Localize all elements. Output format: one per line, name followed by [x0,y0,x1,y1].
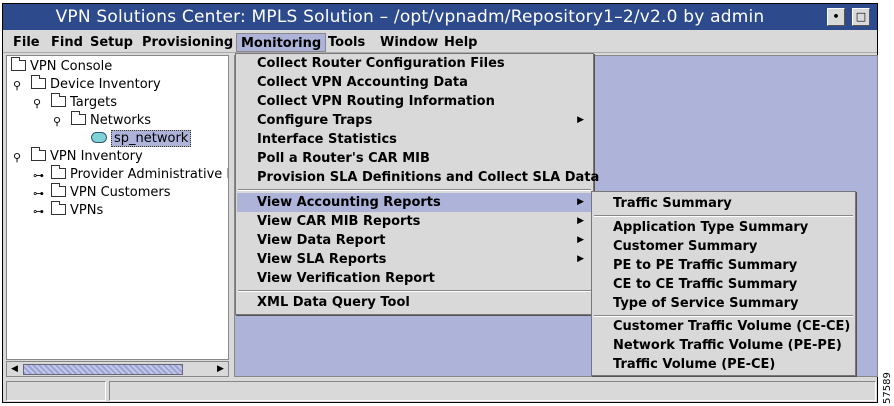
tree-node-targets[interactable]: Targets [51,93,117,112]
menu-monitoring[interactable]: Monitoring [236,33,327,52]
collapse-handle-icon[interactable]: ⊶ [33,185,44,203]
submenu-arrow-icon: ▶ [577,197,584,207]
submenu-arrow-icon: ▶ [577,254,584,264]
tree-node-label: Networks [90,113,152,128]
menu-help[interactable]: Help [440,33,481,52]
tree-node-label: VPN Console [30,59,113,74]
menu-item-view-car-mib-reports[interactable]: View CAR MIB Reports ▶ [237,212,592,231]
menu-item-label: View CAR MIB Reports [257,214,421,229]
menu-item-view-accounting-reports[interactable]: View Accounting Reports ▶ [237,193,592,212]
folder-icon [31,75,46,89]
menu-item-pe-to-pe-summary[interactable]: PE to PE Traffic Summary [593,256,854,275]
menu-separator [238,189,591,191]
folder-icon [71,111,86,125]
status-cell [109,381,876,401]
menu-item-collect-router-config[interactable]: Collect Router Configuration Files [237,54,592,73]
menu-item-configure-traps[interactable]: Configure Traps ▶ [237,111,592,130]
monitoring-menu: Collect Router Configuration Files Colle… [235,53,599,315]
minimize-button[interactable]: • [827,8,845,26]
menu-item-network-traffic-volume[interactable]: Network Traffic Volume (PE-PE) [593,336,854,355]
tree-node-label: sp_network [111,130,192,147]
menu-item-view-verification-report[interactable]: View Verification Report [237,269,592,288]
menu-separator [594,215,853,217]
expand-handle-icon[interactable]: ⚲ [13,77,21,95]
menu-bar: File Find Setup Provisioning Monitoring … [3,31,877,53]
scroll-right-icon[interactable]: ▶ [213,362,228,376]
menu-item-collect-vpn-routing[interactable]: Collect VPN Routing Information [237,92,592,111]
menu-provisioning[interactable]: Provisioning [138,33,237,52]
expand-handle-icon[interactable]: ⚲ [53,113,61,131]
title-bar[interactable]: VPN Solutions Center: MPLS Solution – /o… [3,4,877,30]
folder-icon [11,57,26,71]
status-cell [6,381,106,401]
tree-node-networks[interactable]: Networks [71,111,152,130]
application-window: VPN Solutions Center: MPLS Solution – /o… [2,3,878,403]
folder-icon [51,201,66,215]
submenu-arrow-icon: ▶ [577,115,584,125]
status-bar [6,381,876,401]
figure-code: 57589 [882,372,893,404]
tree-node-label: Provider Administrative D [70,167,229,182]
menu-separator [238,290,591,292]
tree-node-vpn-console[interactable]: VPN Console [11,57,113,76]
scroll-left-icon[interactable]: ◀ [7,362,22,376]
tree-node-label: Device Inventory [50,77,161,92]
folder-icon [51,93,66,107]
folder-icon [31,147,46,161]
tree-node-vpn-customers[interactable]: VPN Customers [51,183,171,202]
menu-item-ce-to-ce-summary[interactable]: CE to CE Traffic Summary [593,275,854,294]
menu-item-traffic-summary[interactable]: Traffic Summary [593,194,854,213]
menu-item-provision-sla[interactable]: Provision SLA Definitions and Collect SL… [237,168,599,187]
menu-item-interface-statistics[interactable]: Interface Statistics [237,130,592,149]
accounting-reports-submenu: Traffic Summary Application Type Summary… [591,191,856,376]
menu-item-application-type-summary[interactable]: Application Type Summary [593,218,854,237]
menu-item-label: View Data Report [257,233,386,248]
folder-icon [51,183,66,197]
menu-item-customer-summary[interactable]: Customer Summary [593,237,854,256]
menu-tools[interactable]: Tools [324,33,369,52]
collapse-handle-icon[interactable]: ⊶ [33,167,44,185]
tree-node-label: VPN Inventory [50,149,143,164]
tree-node-provider-admin[interactable]: Provider Administrative D [51,165,229,184]
horizontal-scrollbar[interactable]: ◀ ▶ [6,361,229,377]
tree-node-device-inventory[interactable]: Device Inventory [31,75,161,94]
collapse-handle-icon[interactable]: ⊶ [33,203,44,221]
menu-find[interactable]: Find [47,33,87,52]
folder-icon [51,165,66,179]
submenu-arrow-icon: ▶ [577,216,584,226]
tree-node-label: Targets [70,95,117,110]
tree-node-sp-network[interactable]: sp_network [91,130,192,148]
menu-file[interactable]: File [9,33,44,52]
menu-item-label: View SLA Reports [257,252,387,267]
scrollbar-thumb[interactable] [23,364,183,375]
expand-handle-icon[interactable]: ⚲ [33,95,41,113]
menu-item-view-data-report[interactable]: View Data Report ▶ [237,231,592,250]
tree-node-vpn-inventory[interactable]: VPN Inventory [31,147,143,166]
tree-node-label: VPNs [70,203,104,218]
tree-node-label: VPN Customers [70,185,171,200]
window-title: VPN Solutions Center: MPLS Solution – /o… [55,7,765,27]
menu-item-xml-data-query[interactable]: XML Data Query Tool [237,293,592,312]
maximize-button[interactable]: □ [852,8,870,26]
network-cloud-icon [91,132,107,143]
menu-item-traffic-volume-pe-ce[interactable]: Traffic Volume (PE-CE) [593,355,854,374]
submenu-arrow-icon: ▶ [577,235,584,245]
expand-handle-icon[interactable]: ⚲ [13,149,21,167]
tree-node-vpns[interactable]: VPNs [51,201,104,220]
menu-item-collect-vpn-accounting[interactable]: Collect VPN Accounting Data [237,73,592,92]
menu-item-view-sla-reports[interactable]: View SLA Reports ▶ [237,250,592,269]
menu-item-label: Configure Traps [257,113,373,128]
menu-window[interactable]: Window [376,33,442,52]
menu-item-label: View Accounting Reports [257,195,441,210]
menu-item-type-of-service-summary[interactable]: Type of Service Summary [593,294,854,313]
menu-item-poll-car-mib[interactable]: Poll a Router's CAR MIB [237,149,592,168]
menu-item-customer-traffic-volume[interactable]: Customer Traffic Volume (CE-CE) [593,317,854,336]
menu-setup[interactable]: Setup [86,33,137,52]
navigation-tree: VPN Console ⚲ Device Inventory ⚲ Targets… [6,55,229,360]
